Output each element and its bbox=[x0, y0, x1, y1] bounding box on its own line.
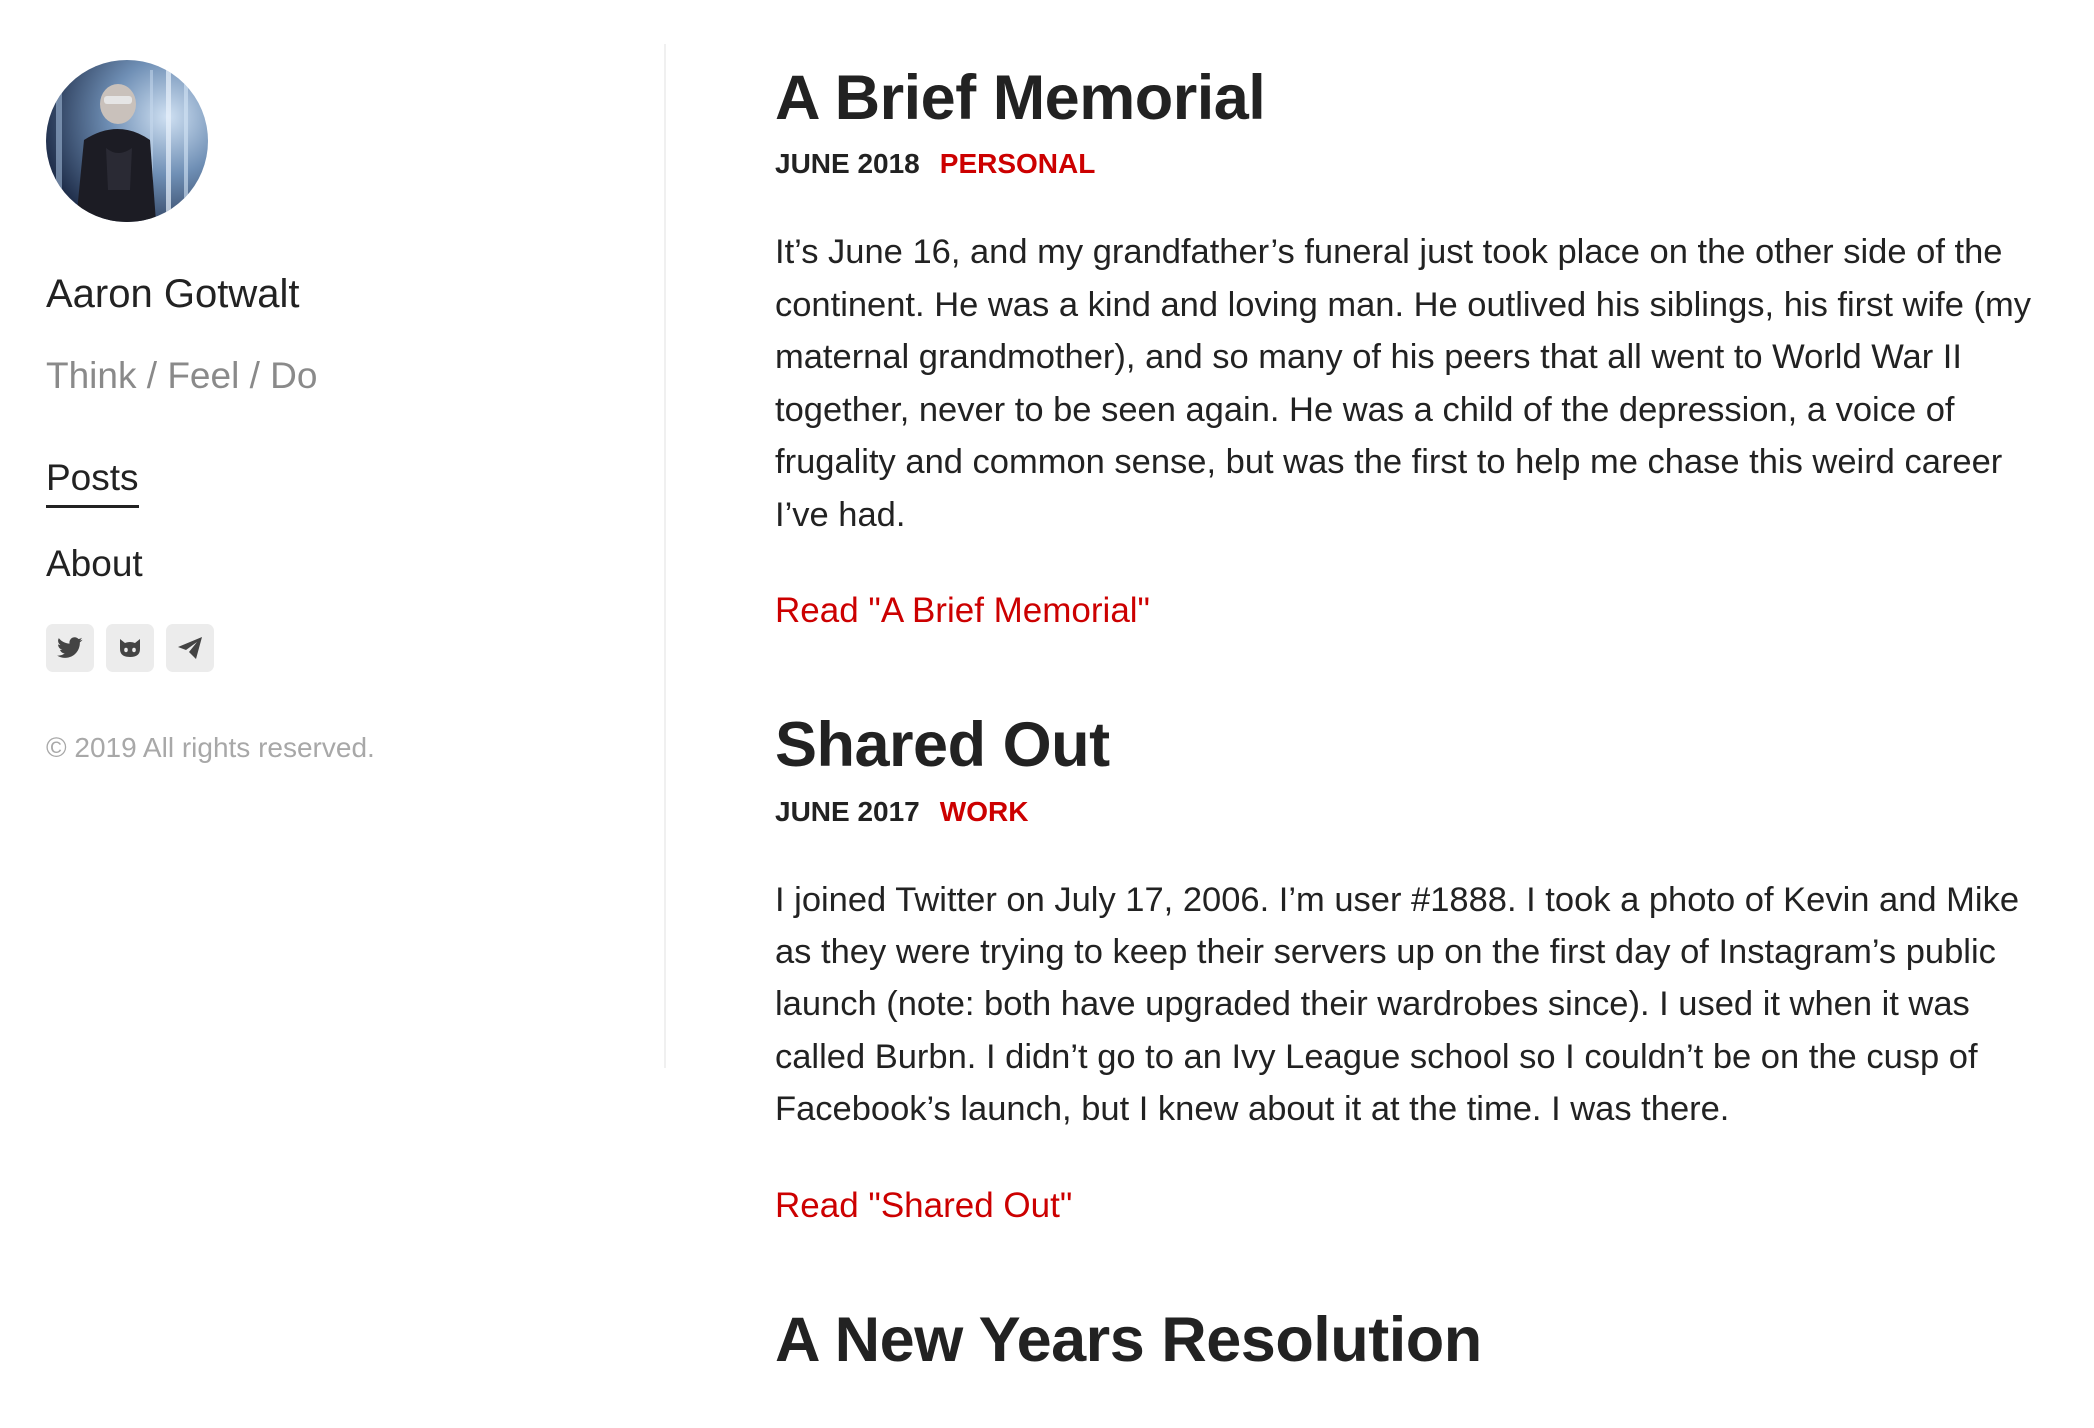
post-list: A Brief Memorial JUNE 2018 PERSONAL It’s… bbox=[775, 62, 2060, 1428]
post-title[interactable]: A New Years Resolution bbox=[775, 1304, 2060, 1376]
post-excerpt: I joined Twitter on July 17, 2006. I’m u… bbox=[775, 880, 2020, 1129]
avatar-image bbox=[46, 60, 208, 222]
post-item: A Brief Memorial JUNE 2018 PERSONAL It’s… bbox=[775, 62, 2060, 631]
twitter-icon bbox=[57, 637, 83, 659]
post-category-link[interactable]: WORK bbox=[940, 796, 1029, 828]
post-excerpt: It’s June 16, and my grandfather’s funer… bbox=[775, 233, 2031, 534]
avatar[interactable] bbox=[46, 60, 208, 222]
post-item: Shared Out JUNE 2017 WORK I joined Twitt… bbox=[775, 709, 2060, 1226]
sidebar: Aaron Gotwalt Think / Feel / Do Posts Ab… bbox=[46, 60, 606, 764]
post-category-link[interactable]: PERSONAL bbox=[940, 148, 1096, 180]
read-more-link[interactable]: Read "A Brief Memorial" bbox=[775, 591, 2060, 631]
github-icon bbox=[120, 639, 140, 658]
post-date: JUNE 2018 bbox=[775, 148, 920, 180]
main-nav: Posts About bbox=[46, 456, 606, 590]
telegram-icon bbox=[178, 637, 202, 660]
read-more-link[interactable]: Read "Shared Out" bbox=[775, 1186, 2060, 1226]
page: Aaron Gotwalt Think / Feel / Do Posts Ab… bbox=[0, 0, 2094, 1428]
post-title[interactable]: A Brief Memorial bbox=[775, 62, 2060, 134]
post-title[interactable]: Shared Out bbox=[775, 709, 2060, 781]
telegram-button[interactable] bbox=[166, 624, 214, 673]
post-item: A New Years Resolution bbox=[775, 1304, 2060, 1376]
post-meta: JUNE 2017 WORK bbox=[775, 796, 2060, 828]
nav-posts-link[interactable]: Posts bbox=[46, 456, 139, 508]
site-name: Aaron Gotwalt bbox=[46, 272, 300, 316]
github-button[interactable] bbox=[106, 624, 154, 673]
twitter-button[interactable] bbox=[46, 624, 94, 673]
copyright-text: © 2019 All rights reserved. bbox=[46, 732, 375, 764]
social-links bbox=[46, 624, 606, 673]
post-meta: JUNE 2018 PERSONAL bbox=[775, 148, 2060, 180]
sidebar-divider bbox=[664, 44, 666, 1068]
site-tagline: Think / Feel / Do bbox=[46, 355, 318, 396]
nav-about-link[interactable]: About bbox=[46, 542, 143, 590]
post-date: JUNE 2017 bbox=[775, 795, 920, 827]
